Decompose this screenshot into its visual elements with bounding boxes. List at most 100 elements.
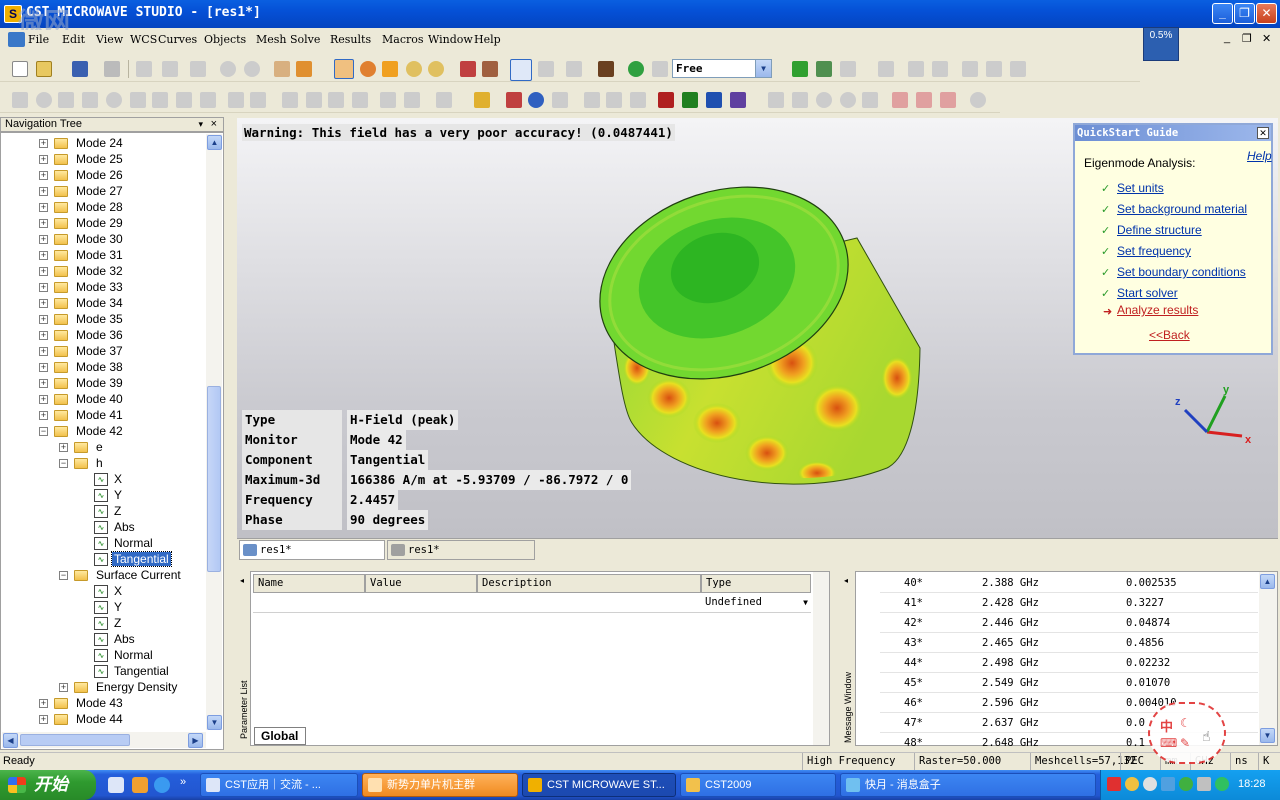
- quickstart-step-link[interactable]: Set background material: [1117, 202, 1247, 216]
- collapse-icon[interactable]: −: [39, 427, 48, 437]
- transient-solver-icon[interactable]: [658, 92, 674, 108]
- menu-objects[interactable]: Objects: [204, 33, 246, 46]
- quickstart-step-link[interactable]: Set boundary conditions: [1117, 265, 1246, 279]
- copy-icon[interactable]: [162, 61, 178, 77]
- shape-icon[interactable]: [792, 61, 808, 77]
- tree-mode-item[interactable]: + Mode 35: [39, 311, 125, 327]
- tray-volume-icon[interactable]: [1197, 777, 1211, 791]
- tree-mode-item[interactable]: + Mode 38: [39, 359, 125, 375]
- subtract-icon[interactable]: [250, 92, 266, 108]
- expand-icon[interactable]: +: [39, 139, 48, 149]
- integral-solver-icon[interactable]: [730, 92, 746, 108]
- expand-icon[interactable]: +: [39, 187, 48, 197]
- taskbar-item-mcu-group[interactable]: 新势力单片机主群: [362, 773, 518, 797]
- ime-moon-icon[interactable]: ☾: [1180, 716, 1191, 730]
- expand-icon[interactable]: +: [39, 331, 48, 341]
- cylinder-icon[interactable]: [58, 92, 74, 108]
- grid-icon[interactable]: [538, 61, 554, 77]
- expand-icon[interactable]: +: [39, 171, 48, 181]
- move-wcs-icon[interactable]: [404, 92, 420, 108]
- align-wcs-icon[interactable]: [380, 92, 396, 108]
- bend-icon[interactable]: [200, 92, 216, 108]
- tab-res1-3d[interactable]: res1*: [239, 540, 385, 560]
- tree-h-component[interactable]: ∿ X: [79, 471, 124, 487]
- circle-icon[interactable]: [816, 92, 832, 108]
- message-row[interactable]: 43* 2.465 GHz 0.4856: [880, 633, 1258, 653]
- add-icon[interactable]: [228, 92, 244, 108]
- chevron-down-icon[interactable]: ▼: [803, 595, 808, 610]
- expand-icon[interactable]: +: [39, 715, 48, 725]
- tree-surface-current-component[interactable]: ∿ Z: [79, 615, 123, 631]
- material-icon[interactable]: [816, 61, 832, 77]
- curve-icon[interactable]: [768, 92, 784, 108]
- mesh-view-icon[interactable]: [598, 61, 614, 77]
- history-icon[interactable]: [274, 61, 290, 77]
- discrete-port-icon[interactable]: [584, 92, 600, 108]
- refresh-icon[interactable]: [628, 61, 644, 77]
- tree-e-field-folder[interactable]: + e: [59, 439, 105, 455]
- trim-icon[interactable]: [892, 92, 908, 108]
- collapse-icon[interactable]: −: [59, 459, 68, 469]
- menu-window[interactable]: Window: [428, 33, 473, 46]
- close-button[interactable]: ✕: [1256, 3, 1277, 24]
- tree-surface-current-component[interactable]: ∿ X: [79, 583, 124, 599]
- boolean-icon[interactable]: [840, 61, 856, 77]
- frequency-solver-icon[interactable]: [682, 92, 698, 108]
- mdi-minimize-button[interactable]: _: [1224, 32, 1230, 44]
- chamfer-icon[interactable]: [352, 92, 368, 108]
- tree-mode-item[interactable]: + Mode 28: [39, 199, 125, 215]
- chevron-down-icon[interactable]: ▼: [755, 60, 771, 77]
- expand-icon[interactable]: +: [39, 395, 48, 405]
- ime-floating-widget[interactable]: 中 ☾ ⌨ ✎ ☝: [1148, 702, 1226, 764]
- field-icon[interactable]: [506, 92, 522, 108]
- torus-icon[interactable]: [106, 92, 122, 108]
- tree-mode-item[interactable]: + Mode 26: [39, 167, 125, 183]
- quicklaunch-media-icon[interactable]: [132, 777, 148, 793]
- scroll-right-icon[interactable]: ▶: [188, 733, 203, 748]
- quickstart-back-link[interactable]: <<Back: [1149, 328, 1190, 342]
- param-col-name[interactable]: Name: [253, 574, 365, 593]
- cone-icon[interactable]: [82, 92, 98, 108]
- maximize-button[interactable]: ❐: [1234, 3, 1255, 24]
- tree-surface-current-component[interactable]: ∿ Normal: [79, 647, 155, 663]
- pin-icon[interactable]: ◂: [844, 576, 848, 585]
- minimize-button[interactable]: _: [1212, 3, 1233, 24]
- wcs-icon[interactable]: [566, 61, 582, 77]
- loft-icon[interactable]: [176, 92, 192, 108]
- expand-icon[interactable]: +: [59, 443, 68, 453]
- tray-network-icon[interactable]: [1161, 777, 1175, 791]
- fit-view-icon[interactable]: [482, 61, 498, 77]
- tree-mode-item[interactable]: + Mode 41: [39, 407, 125, 423]
- tree-mode-item[interactable]: + Mode 27: [39, 183, 125, 199]
- reset-view-icon[interactable]: [460, 61, 476, 77]
- undo-icon[interactable]: [220, 61, 236, 77]
- expand-icon[interactable]: +: [39, 235, 48, 245]
- tree-mode-item[interactable]: + Mode 33: [39, 279, 125, 295]
- menu-curves[interactable]: Curves: [158, 33, 197, 46]
- tree-mode-item[interactable]: + Mode 31: [39, 247, 125, 263]
- taskbar-item-cst-studio[interactable]: CST MICROWAVE ST...: [522, 773, 676, 797]
- pan-icon[interactable]: [382, 61, 398, 77]
- tree-surface-current-component[interactable]: ∿ Tangential: [79, 663, 171, 679]
- expand-icon[interactable]: +: [39, 203, 48, 213]
- quickstart-step-link[interactable]: Set units: [1117, 181, 1164, 195]
- mdi-close-button[interactable]: ✕: [1262, 32, 1271, 45]
- tray-update-icon[interactable]: [1215, 777, 1229, 791]
- scroll-down-icon[interactable]: ▼: [207, 715, 222, 730]
- arc-icon[interactable]: [862, 92, 878, 108]
- tray-moon-icon[interactable]: [1125, 777, 1139, 791]
- zoom-icon[interactable]: [406, 61, 422, 77]
- menu-results[interactable]: Results: [330, 33, 371, 46]
- blend-icon[interactable]: [328, 92, 344, 108]
- param-col-description[interactable]: Description: [477, 574, 701, 593]
- rotate-shape-icon[interactable]: [130, 92, 146, 108]
- tree-surface-current-component[interactable]: ∿ Y: [79, 599, 124, 615]
- expand-icon[interactable]: +: [39, 219, 48, 229]
- msg-vertical-scrollbar[interactable]: [1259, 572, 1277, 745]
- tree-energy-density-folder[interactable]: + Energy Density: [59, 679, 179, 695]
- tree-h-component[interactable]: ∿ Z: [79, 503, 123, 519]
- tree-mode-item[interactable]: + Mode 40: [39, 391, 125, 407]
- param-vertical-scrollbar[interactable]: [813, 572, 829, 745]
- tab-global[interactable]: Global: [254, 727, 306, 745]
- quicklaunch-search-icon[interactable]: [108, 777, 124, 793]
